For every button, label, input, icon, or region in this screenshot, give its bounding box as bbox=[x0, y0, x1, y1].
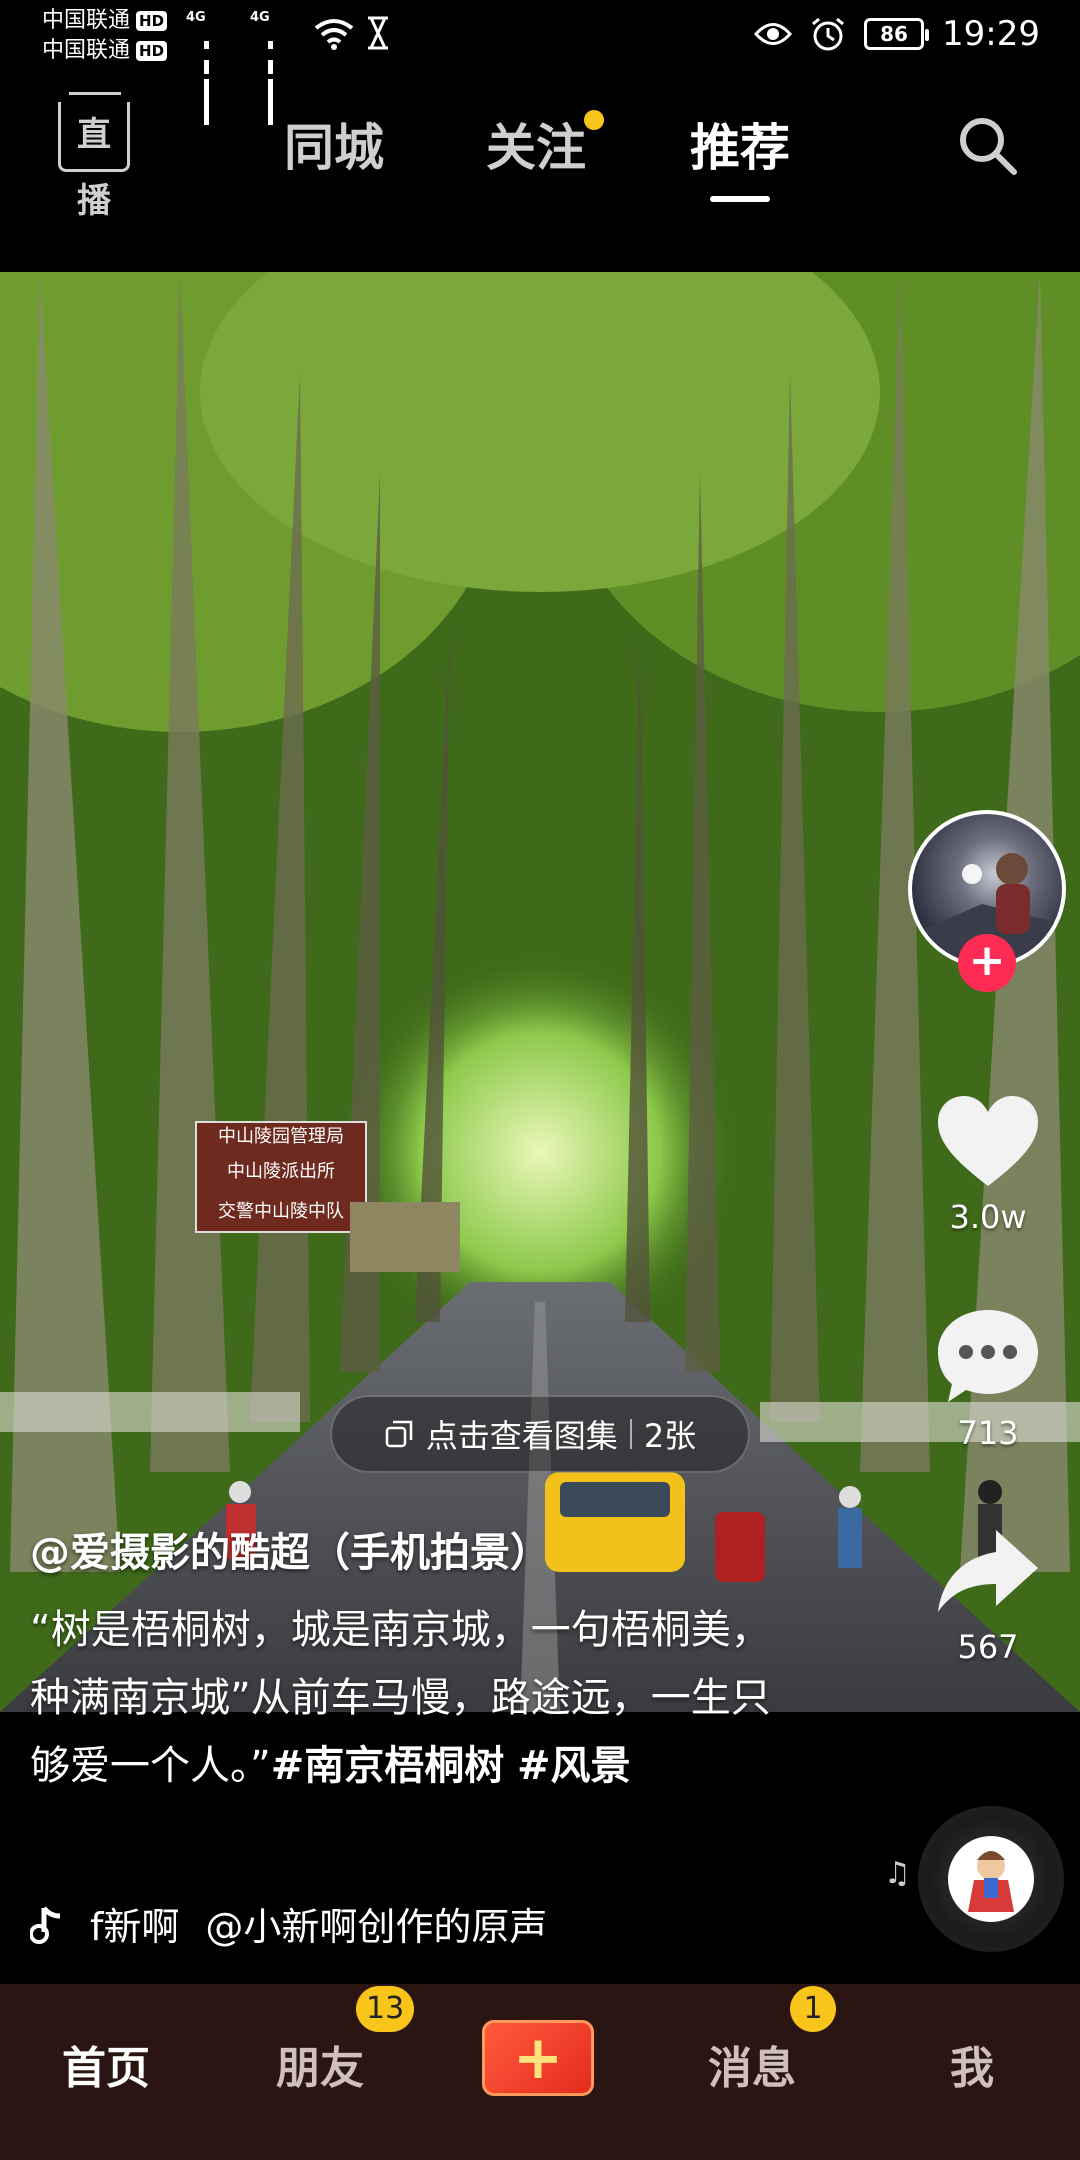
nav-home[interactable]: 首页 bbox=[62, 2032, 150, 2096]
app-root: 中国联通 HD 中国联通 HD 4G 4G 86 19:29 直播 同城 关注 … bbox=[0, 0, 1080, 2160]
tab-following-label: 关注 bbox=[486, 119, 586, 177]
nav-messages[interactable]: 消息 1 bbox=[708, 1986, 836, 2096]
carrier-info: 中国联通 HD 中国联通 HD bbox=[42, 6, 168, 66]
post-photo[interactable]: 中山陵园管理局 中山陵派出所 交警中山陵中队 bbox=[0, 272, 1080, 1712]
gallery-icon bbox=[385, 1420, 413, 1448]
hashtag-scenery[interactable]: #风景 bbox=[517, 1743, 631, 1789]
status-bar: 中国联通 HD 中国联通 HD 4G 4G 86 19:29 bbox=[0, 0, 1080, 125]
tab-recommend-label: 推荐 bbox=[690, 119, 790, 177]
carrier-2: 中国联通 bbox=[42, 38, 131, 63]
clock: 19:29 bbox=[942, 14, 1040, 54]
messages-badge: 1 bbox=[790, 1986, 836, 2032]
music-info[interactable]: f新啊 @小新啊创作的原声 bbox=[30, 1896, 547, 1951]
hourglass-icon bbox=[368, 16, 388, 50]
top-nav: 直播 同城 关注 推荐 bbox=[0, 80, 1080, 221]
sign-line-1: 中山陵园管理局 bbox=[218, 1126, 344, 1147]
disc-cover bbox=[948, 1836, 1034, 1922]
author-name[interactable]: @爱摄影的酷超（手机拍景） bbox=[30, 1520, 550, 1578]
tab-following[interactable]: 关注 bbox=[486, 108, 604, 180]
wifi-icon bbox=[314, 19, 354, 50]
carrier-1: 中国联通 bbox=[42, 8, 131, 33]
nav-me[interactable]: 我 bbox=[950, 2032, 994, 2096]
comment-button[interactable]: 713 bbox=[930, 1306, 1046, 1452]
hashtag-nanjing[interactable]: #南京梧桐树 bbox=[271, 1743, 505, 1789]
gallery-divider bbox=[629, 1419, 632, 1449]
follow-plus-button[interactable]: + bbox=[958, 934, 1016, 992]
tab-recommend[interactable]: 推荐 bbox=[690, 108, 790, 202]
create-post-button[interactable]: + bbox=[482, 2020, 594, 2096]
comment-count: 713 bbox=[957, 1414, 1019, 1452]
floating-note-icon: ♫ bbox=[884, 1856, 911, 1891]
following-dot bbox=[584, 110, 604, 130]
like-button[interactable]: 3.0w bbox=[930, 1094, 1046, 1236]
gallery-label: 点击查看图集 bbox=[425, 1417, 618, 1455]
gallery-count: 2张 bbox=[643, 1417, 697, 1455]
share-icon bbox=[938, 1530, 1038, 1612]
battery-icon: 86 bbox=[864, 18, 930, 50]
nav-messages-label: 消息 bbox=[708, 2043, 796, 2094]
music-note-icon bbox=[30, 1905, 61, 1944]
network-type-2: 4G bbox=[250, 10, 270, 25]
nav-friends[interactable]: 朋友 13 bbox=[276, 1986, 415, 2096]
tree-tunnel-image: 中山陵园管理局 中山陵派出所 交警中山陵中队 bbox=[0, 272, 1080, 1712]
share-button[interactable]: 567 bbox=[930, 1524, 1046, 1666]
sign-line-3: 交警中山陵中队 bbox=[218, 1201, 344, 1222]
eye-icon bbox=[754, 23, 793, 45]
share-count: 567 bbox=[957, 1628, 1019, 1666]
hd-badge-1: HD bbox=[136, 11, 168, 31]
music-disc-button[interactable] bbox=[918, 1806, 1064, 1952]
status-right: 86 19:29 bbox=[754, 12, 1040, 56]
alarm-icon bbox=[812, 17, 844, 51]
comment-icon bbox=[938, 1310, 1038, 1402]
post-description: “树是梧桐树，城是南京城，一句梧桐美，种满南京城”从前车马慢，路途远，一生只够爱… bbox=[30, 1596, 790, 1800]
plus-icon: + bbox=[512, 2023, 564, 2093]
music-prefix: f新啊 bbox=[90, 1905, 180, 1949]
friends-badge: 13 bbox=[356, 1986, 415, 2032]
hd-badge-2: HD bbox=[136, 41, 168, 61]
sign-line-2: 中山陵派出所 bbox=[227, 1161, 335, 1182]
bottom-nav: 首页 朋友 13 + 消息 1 我 bbox=[0, 1984, 1080, 2160]
disc-character-icon bbox=[968, 1851, 1014, 1912]
view-gallery-button[interactable]: 点击查看图集 2张 bbox=[330, 1395, 750, 1473]
live-icon[interactable]: 直播 bbox=[58, 92, 130, 221]
search-icon[interactable] bbox=[956, 114, 1018, 176]
nav-friends-label: 朋友 bbox=[276, 2043, 364, 2094]
like-count: 3.0w bbox=[949, 1198, 1027, 1236]
music-title: @小新啊创作的原声 bbox=[205, 1905, 548, 1949]
tab-local[interactable]: 同城 bbox=[284, 108, 384, 180]
network-type-1: 4G bbox=[186, 10, 206, 25]
heart-icon bbox=[938, 1096, 1038, 1186]
tab-active-indicator bbox=[710, 196, 770, 202]
